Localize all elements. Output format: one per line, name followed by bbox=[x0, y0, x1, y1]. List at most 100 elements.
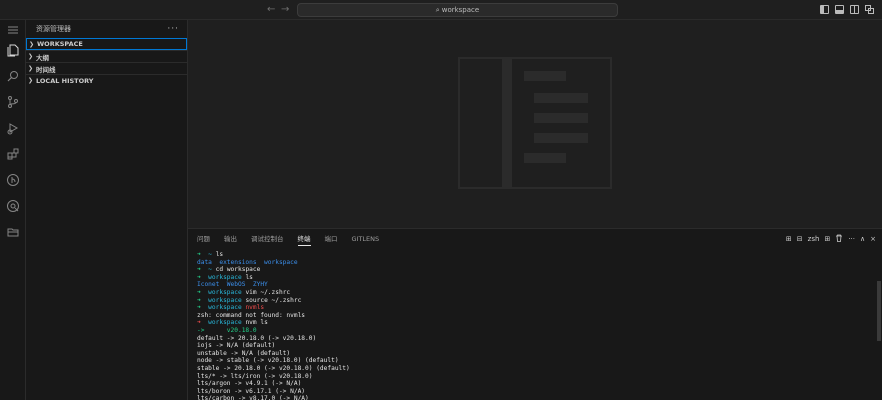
terminal-line: lts/argon -> v4.9.1 (-> N/A) bbox=[197, 380, 877, 388]
run-debug-icon[interactable] bbox=[6, 121, 20, 135]
more-actions-icon[interactable]: ··· bbox=[848, 235, 855, 243]
split-editor-icon[interactable]: ⊞ bbox=[824, 235, 830, 243]
sidebar-title: 资源管理器 bbox=[36, 25, 71, 33]
source-control-icon[interactable] bbox=[6, 95, 20, 109]
terminal-shell-icon: ⊟ bbox=[796, 235, 803, 243]
terminal-segment: lts/carbon -> v8.17.0 (-> N/A) bbox=[197, 395, 309, 400]
terminal-segment: stable -> 20.18.0 (-> v20.18.0) (default… bbox=[197, 364, 350, 372]
terminal-segment: default -> 20.18.0 (-> v20.18.0) bbox=[197, 334, 317, 342]
terminal-line: node -> stable (-> v20.18.0) (default) bbox=[197, 357, 877, 365]
section-workspace[interactable]: ❯ WORKSPACE bbox=[26, 38, 187, 50]
section-outline[interactable]: ❯ 大纲 bbox=[26, 50, 187, 62]
terminal-segment: ~ bbox=[204, 251, 216, 258]
terminal-line: ➜ workspace ls bbox=[197, 274, 877, 282]
maximize-panel-icon[interactable]: ∧ bbox=[860, 235, 865, 243]
terminal-segment: iojs -> N/A (default) bbox=[197, 342, 276, 350]
tab-gitlens[interactable]: GITLENS bbox=[352, 229, 380, 249]
chevron-right-icon: ❯ bbox=[28, 65, 34, 72]
terminal-scrollbar[interactable] bbox=[876, 251, 882, 400]
terminal-line: ➜ ~ ls bbox=[197, 251, 877, 259]
explorer-icon[interactable] bbox=[6, 43, 20, 57]
sidebar-header: 资源管理器 ··· bbox=[26, 20, 187, 38]
bottom-panel: 问题 输出 调试控制台 终端 端口 GITLENS ⊞ ⊟ zsh ⊞ ··· … bbox=[188, 228, 882, 400]
section-label: 时间线 bbox=[36, 65, 56, 74]
trash-icon[interactable] bbox=[835, 234, 843, 244]
tab-problems[interactable]: 问题 bbox=[197, 229, 210, 249]
terminal-segment: node -> stable (-> v20.18.0) (default) bbox=[197, 357, 339, 365]
back-arrow-icon[interactable]: ← bbox=[267, 4, 275, 15]
split-terminal-icon[interactable]: ⊞ bbox=[786, 235, 792, 243]
terminal-segment: ls bbox=[245, 273, 253, 281]
terminal-line: ➜ workspace vim ~/.zshrc bbox=[197, 289, 877, 297]
terminal-line: ➜ workspace nvm ls bbox=[197, 319, 877, 327]
toggle-secondary-sidebar-icon[interactable] bbox=[850, 5, 859, 14]
section-label: LOCAL HISTORY bbox=[36, 76, 94, 85]
title-bar: ← → ⌕ workspace bbox=[0, 0, 882, 20]
tab-ports[interactable]: 端口 bbox=[325, 229, 338, 249]
chevron-right-icon: ❯ bbox=[28, 53, 34, 60]
toggle-primary-sidebar-icon[interactable] bbox=[820, 5, 829, 14]
toggle-panel-icon[interactable] bbox=[835, 5, 844, 14]
terminal-segment: lts/argon -> v4.9.1 (-> N/A) bbox=[197, 380, 302, 388]
terminal-line: ➜ workspace nvmls bbox=[197, 304, 877, 312]
terminal-line: unstable -> N/A (default) bbox=[197, 350, 877, 358]
section-label: 大纲 bbox=[36, 53, 49, 62]
terminal-segment: vim ~/.zshrc bbox=[245, 288, 291, 296]
terminal-segment: nvmls bbox=[245, 304, 265, 312]
tab-output[interactable]: 输出 bbox=[224, 229, 237, 249]
section-timeline[interactable]: ❯ 时间线 bbox=[26, 62, 187, 74]
customize-layout-icon[interactable] bbox=[865, 5, 874, 14]
terminal-segment: zsh: command not found: nvmls bbox=[197, 311, 306, 319]
search-icon: ⌕ bbox=[435, 6, 440, 14]
panel-actions: ⊞ ⊟ zsh ⊞ ··· ∧ × bbox=[786, 234, 876, 244]
terminal-segment: workspace bbox=[204, 288, 246, 296]
activity-bar bbox=[0, 20, 26, 400]
gitlens-icon[interactable] bbox=[6, 173, 20, 187]
terminal-segment: ~ bbox=[204, 266, 216, 274]
terminal-segment: Iconet WebOS ZYHY bbox=[197, 281, 268, 289]
terminal-segment: cd workspace bbox=[215, 266, 261, 274]
terminal-segment: workspace bbox=[204, 296, 246, 304]
remote-explorer-icon[interactable] bbox=[6, 199, 20, 213]
terminal-segment: workspace bbox=[204, 319, 246, 327]
folder-icon[interactable] bbox=[6, 225, 20, 239]
forward-arrow-icon[interactable]: → bbox=[281, 4, 289, 15]
terminal-segment: data extensions workspace bbox=[197, 258, 298, 266]
editor-area bbox=[188, 20, 882, 230]
tab-debug-console[interactable]: 调试控制台 bbox=[251, 229, 284, 249]
terminal-segment: unstable -> N/A (default) bbox=[197, 349, 291, 357]
terminal-line: iojs -> N/A (default) bbox=[197, 342, 877, 350]
terminal-segment: source ~/.zshrc bbox=[245, 296, 302, 304]
menu-icon[interactable] bbox=[6, 23, 20, 37]
extensions-icon[interactable] bbox=[6, 147, 20, 161]
terminal-line: -> v20.18.0 bbox=[197, 327, 877, 335]
section-local-history[interactable]: ❯ LOCAL HISTORY bbox=[26, 74, 187, 86]
layout-controls bbox=[820, 5, 874, 14]
search-icon[interactable] bbox=[6, 69, 20, 83]
terminal-segment: lts/* -> lts/iron (-> v20.18.0) bbox=[197, 372, 313, 380]
panel-tabs: 问题 输出 调试控制台 终端 端口 GITLENS bbox=[188, 229, 882, 249]
vscode-watermark-icon bbox=[458, 57, 612, 189]
more-actions-icon[interactable]: ··· bbox=[167, 24, 179, 34]
terminal-line: ➜ workspace source ~/.zshrc bbox=[197, 297, 877, 305]
terminal-line: lts/carbon -> v8.17.0 (-> N/A) bbox=[197, 395, 877, 400]
terminal-line: lts/boron -> v6.17.1 (-> N/A) bbox=[197, 388, 877, 396]
terminal-segment: workspace bbox=[204, 273, 246, 281]
terminal-output[interactable]: ➜ ~ ls data extensions workspace ➜ ~ cd wo… bbox=[197, 251, 877, 400]
terminal-segment: lts/boron -> v6.17.1 (-> N/A) bbox=[197, 387, 306, 395]
shell-name[interactable]: zsh bbox=[808, 235, 820, 243]
command-center-search[interactable]: ⌕ workspace bbox=[297, 3, 618, 17]
terminal-segment: workspace bbox=[204, 304, 246, 312]
terminal-line: stable -> 20.18.0 (-> v20.18.0) (default… bbox=[197, 365, 877, 373]
terminal-line: lts/* -> lts/iron (-> v20.18.0) bbox=[197, 373, 877, 381]
chevron-right-icon: ❯ bbox=[28, 77, 34, 84]
section-label: WORKSPACE bbox=[37, 40, 83, 48]
terminal-line: default -> 20.18.0 (-> v20.18.0) bbox=[197, 335, 877, 343]
terminal-segment: ls bbox=[215, 251, 224, 258]
terminal-segment: nvm ls bbox=[245, 319, 268, 327]
close-panel-icon[interactable]: × bbox=[870, 235, 876, 243]
scrollbar-thumb[interactable] bbox=[877, 281, 881, 341]
search-text: workspace bbox=[441, 6, 480, 14]
tab-terminal[interactable]: 终端 bbox=[297, 229, 311, 249]
terminal-line: ➜ ~ cd workspace bbox=[197, 266, 877, 274]
